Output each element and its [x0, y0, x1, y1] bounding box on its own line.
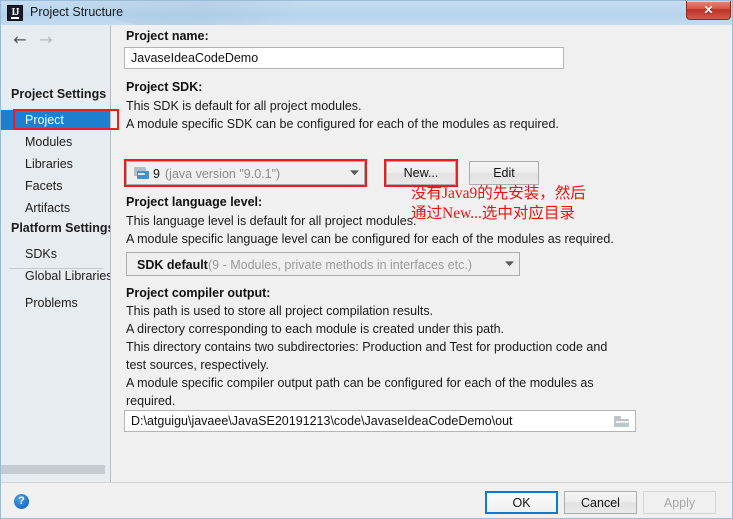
sidebar-group-platform-settings: Platform Settings: [11, 221, 111, 235]
sidebar-item-facets[interactable]: Facets: [1, 176, 110, 196]
new-sdk-button[interactable]: New...: [386, 161, 456, 185]
back-arrow-icon[interactable]: ←: [9, 29, 31, 51]
scrollbar-thumb[interactable]: [1, 465, 105, 474]
project-sdk-detail: (java version "9.0.1"): [165, 167, 281, 181]
cancel-button[interactable]: Cancel: [564, 491, 637, 514]
project-name-input[interactable]: JavaseIdeaCodeDemo: [124, 47, 564, 69]
language-level-combobox[interactable]: SDK default (9 - Modules, private method…: [126, 252, 520, 276]
project-sdk-label: Project SDK:: [126, 80, 203, 94]
sidebar-item-global-libraries[interactable]: Global Libraries: [1, 266, 110, 286]
dialog-content: ← → Project Settings Project Modules Lib…: [1, 25, 732, 482]
close-button[interactable]: ✕: [686, 1, 731, 20]
sidebar-item-project[interactable]: Project: [1, 110, 110, 130]
language-level-value: SDK default: [137, 258, 208, 272]
ok-button[interactable]: OK: [485, 491, 558, 514]
language-level-label: Project language level:: [126, 195, 263, 209]
compiler-output-desc-6: required.: [126, 394, 176, 408]
annotation-line-1: 没有Java9的先安装，然后: [411, 185, 586, 202]
language-level-desc-1: This language level is default for all p…: [126, 214, 417, 228]
project-name-label: Project name:: [126, 29, 209, 43]
dialog-footer: ? OK Cancel Apply: [1, 482, 732, 518]
title-bar: IJ Project Structure ✕: [1, 1, 732, 25]
language-level-detail: (9 - Modules, private methods in interfa…: [208, 258, 473, 272]
compiler-output-desc-3: This directory contains two subdirectori…: [126, 340, 608, 354]
apply-button: Apply: [643, 491, 716, 514]
help-button[interactable]: ?: [14, 494, 29, 509]
sidebar-group-project-settings: Project Settings: [11, 87, 107, 101]
project-sdk-value: 9: [153, 167, 160, 181]
compiler-output-value: D:\atguigu\javaee\JavaSE20191213\code\Ja…: [131, 414, 513, 428]
chevron-down-icon[interactable]: [344, 162, 364, 184]
project-structure-dialog: IJ Project Structure ✕ ← → Project Setti…: [0, 0, 733, 519]
compiler-output-desc-5: A module specific compiler output path c…: [126, 376, 594, 390]
sidebar-item-modules[interactable]: Modules: [1, 132, 110, 152]
project-sdk-combobox[interactable]: 9 (java version "9.0.1"): [126, 161, 365, 185]
close-icon: ✕: [703, 3, 714, 17]
chevron-down-icon[interactable]: [499, 253, 519, 275]
sidebar-item-libraries[interactable]: Libraries: [1, 154, 110, 174]
red-annotation-text: 没有Java9的先安装，然后 通过New...选中对应目录: [411, 184, 586, 224]
sidebar-item-sdks[interactable]: SDKs: [1, 244, 110, 264]
sdk-folder-icon: [134, 167, 149, 179]
window-title: Project Structure: [30, 5, 124, 19]
compiler-output-label: Project compiler output:: [126, 286, 271, 300]
sidebar-navigation: ← →: [1, 29, 110, 53]
intellij-idea-icon: IJ: [7, 5, 23, 21]
intellij-idea-glyph: IJ: [10, 6, 20, 19]
project-sdk-desc-2: A module specific SDK can be configured …: [126, 117, 559, 131]
sidebar-divider: [9, 268, 103, 269]
settings-sidebar: ← → Project Settings Project Modules Lib…: [1, 25, 111, 482]
browse-folder-icon[interactable]: [614, 416, 630, 428]
forward-arrow-icon[interactable]: →: [35, 29, 57, 51]
compiler-output-desc-2: A directory corresponding to each module…: [126, 322, 504, 336]
sidebar-item-problems[interactable]: Problems: [1, 293, 110, 313]
compiler-output-desc-1: This path is used to store all project c…: [126, 304, 434, 318]
compiler-output-input[interactable]: D:\atguigu\javaee\JavaSE20191213\code\Ja…: [124, 410, 636, 432]
project-sdk-desc-1: This SDK is default for all project modu…: [126, 99, 362, 113]
sidebar-item-artifacts[interactable]: Artifacts: [1, 198, 110, 218]
project-settings-panel: Project name: JavaseIdeaCodeDemo Project…: [112, 25, 732, 482]
compiler-output-desc-4: test sources, respectively.: [126, 358, 269, 372]
language-level-desc-2: A module specific language level can be …: [126, 232, 614, 246]
annotation-line-2: 通过New...选中对应目录: [411, 205, 575, 222]
sidebar-horizontal-scrollbar[interactable]: [1, 465, 105, 474]
edit-sdk-button[interactable]: Edit: [469, 161, 539, 185]
